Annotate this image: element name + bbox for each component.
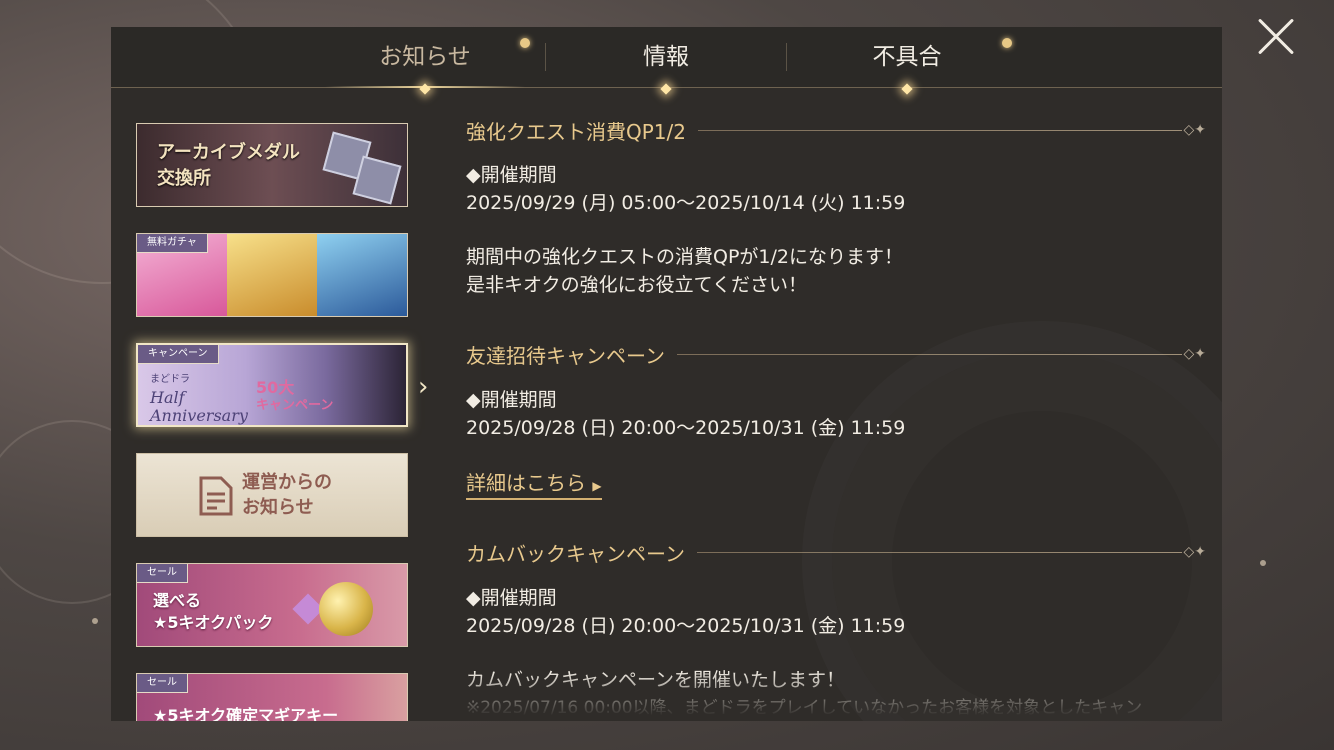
banner-half-anniversary[interactable]: キャンペーン まどドラ Half Anniversary 50大 キャンペーン <box>136 343 408 427</box>
banner-text: まどドラ <box>150 374 190 385</box>
character-art <box>227 234 317 316</box>
scroll-fade <box>466 671 1206 721</box>
period-label: ◆開催期間 <box>466 164 557 186</box>
notice-item: 強化クエスト消費QP1/2 ◇✦ <box>466 116 1206 144</box>
close-button[interactable] <box>1256 16 1296 56</box>
title-rule <box>677 353 1182 355</box>
background-light <box>92 618 98 624</box>
notice-body: 期間中の強化クエストの消費QPが1/2になります！ <box>466 246 903 268</box>
notice-item: カムバックキャンペーン ◇✦ <box>466 538 1206 566</box>
notice-item: 友達招待キャンペーン ◇✦ <box>466 340 1206 368</box>
notice-title: 友達招待キャンペーン <box>466 343 665 368</box>
play-arrow-icon: ▶ <box>592 479 602 493</box>
ornament-icon: ◇✦ <box>1183 122 1207 138</box>
coin-icon <box>319 582 373 636</box>
banner-magia-key[interactable]: セール ★5キオク確定マギアキー <box>136 673 408 721</box>
banner-tag: 無料ガチャ <box>137 234 208 253</box>
banner-official-notice[interactable]: 運営からの お知らせ <box>136 453 408 537</box>
period-label: ◆開催期間 <box>466 587 557 609</box>
notice-body: 是非キオクの強化にお役立てください！ <box>466 274 808 296</box>
ornament-icon: ◇✦ <box>1183 544 1207 560</box>
document-icon <box>199 476 233 516</box>
period-label: ◆開催期間 <box>466 389 557 411</box>
period-value: 2025/09/28 (日) 20:00〜2025/10/31 (金) 11:5… <box>466 417 906 439</box>
title-rule <box>698 129 1182 131</box>
tab-label: お知らせ <box>379 44 471 70</box>
medal-icon <box>352 155 402 205</box>
banner-tag: セール <box>137 674 188 693</box>
notice-content[interactable]: 強化クエスト消費QP1/2 ◇✦ ◆開催期間 2025/09/29 (月) 05:… <box>466 27 1206 721</box>
banner-text: Half <box>150 388 185 407</box>
banner-text: ★5キオクパック <box>153 613 274 632</box>
period-value: 2025/09/28 (日) 20:00〜2025/10/31 (金) 11:5… <box>466 615 906 637</box>
title-rule <box>697 551 1182 553</box>
banner-free-gacha[interactable]: 無料ガチャ <box>136 233 408 317</box>
banner-tag: セール <box>137 564 188 583</box>
details-link[interactable]: 詳細はこちら ▶ <box>466 467 602 500</box>
banner-text: Anniversary <box>150 406 248 425</box>
banner-text: 50大 <box>256 378 295 397</box>
banner-text: キャンペーン <box>256 398 334 413</box>
banner-text: ★5キオク確定マギアキー <box>153 706 339 721</box>
link-text: 詳細はこちら <box>466 471 586 495</box>
banner-text: アーカイブメダル <box>157 142 300 163</box>
banner-select-pack[interactable]: セール 選べる ★5キオクパック <box>136 563 408 647</box>
banner-text: お知らせ <box>242 497 314 518</box>
period-value: 2025/09/29 (月) 05:00〜2025/10/14 (火) 11:5… <box>466 192 906 214</box>
notice-panel: お知らせ 情報 不具合 アーカイブメダル 交換所 無料ガチャ キャンペーン まどド… <box>111 27 1222 721</box>
banner-tag: キャンペーン <box>138 345 219 364</box>
banner-archive-medal[interactable]: アーカイブメダル 交換所 <box>136 123 408 207</box>
banner-text: 選べる <box>153 591 202 610</box>
ornament-icon: ◇✦ <box>1183 346 1207 362</box>
selected-arrow-icon: › <box>418 372 429 402</box>
character-art <box>317 234 407 316</box>
background-light <box>1260 560 1266 566</box>
banner-text: 交換所 <box>157 168 211 189</box>
banner-text: 運営からの <box>242 472 332 493</box>
notice-title: 強化クエスト消費QP1/2 <box>466 119 686 144</box>
notice-title: カムバックキャンペーン <box>466 541 685 566</box>
